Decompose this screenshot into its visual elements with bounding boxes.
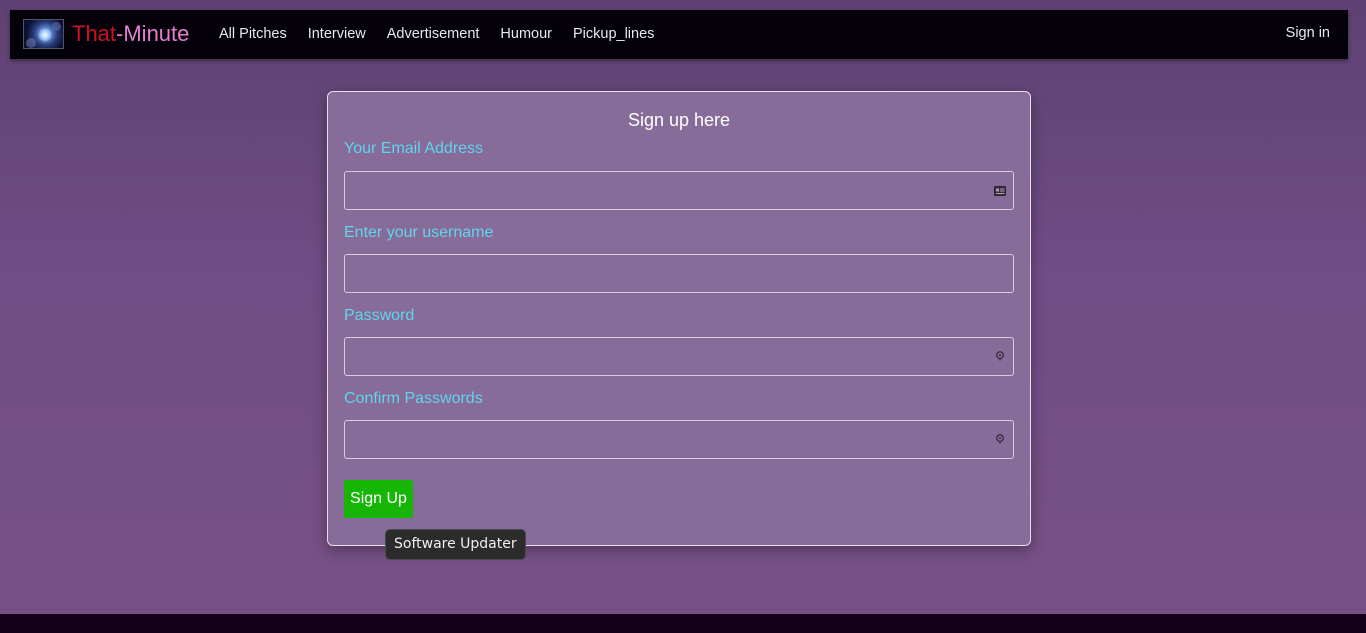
logo-image[interactable] — [23, 19, 64, 49]
contact-card-icon[interactable] — [994, 186, 1006, 196]
navbar: That-Minute All Pitches Interview Advert… — [10, 10, 1348, 59]
brand-title[interactable]: That-Minute — [72, 21, 189, 47]
form-title: Sign up here — [627, 110, 731, 130]
password-field[interactable] — [344, 337, 1014, 376]
bottom-border — [0, 614, 1366, 633]
signup-card: Sign up here Your Email Address Enter yo… — [327, 91, 1031, 546]
sign-up-button[interactable]: Sign Up — [344, 480, 413, 518]
nav-link-interview[interactable]: Interview — [308, 26, 366, 42]
tooltip: Software Updater — [385, 529, 526, 560]
confirm-password-field[interactable] — [344, 420, 1014, 459]
nav-link-pickup-lines[interactable]: Pickup_lines — [573, 26, 654, 42]
brand-part-2: Minute — [123, 21, 190, 46]
password-label: Password — [344, 307, 415, 324]
nav-link-all-pitches[interactable]: All Pitches — [219, 26, 287, 42]
username-label: Enter your username — [344, 224, 494, 241]
email-label: Your Email Address — [344, 140, 484, 157]
confirm-password-label: Confirm Passwords — [344, 390, 483, 407]
key-icon[interactable] — [994, 351, 1006, 361]
nav-link-humour[interactable]: Humour — [500, 26, 552, 42]
key-icon[interactable] — [994, 434, 1006, 444]
email-field[interactable] — [344, 171, 1014, 210]
brand-part-1: That — [72, 21, 117, 46]
nav-link-advertisement[interactable]: Advertisement — [387, 26, 480, 42]
username-field[interactable] — [344, 254, 1014, 293]
sign-in-link[interactable]: Sign in — [1286, 25, 1330, 41]
nav-links: All Pitches Interview Advertisement Humo… — [219, 26, 675, 42]
